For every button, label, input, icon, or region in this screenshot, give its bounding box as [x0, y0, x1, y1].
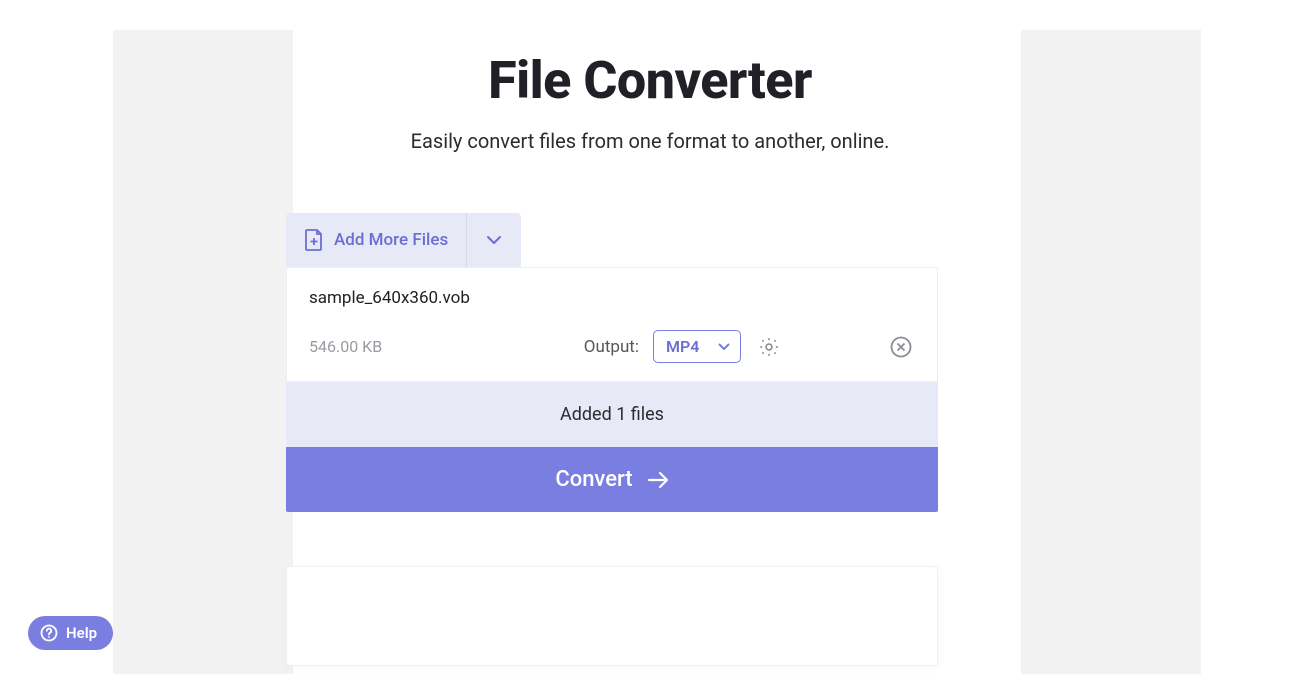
file-name: sample_640x360.vob	[309, 288, 915, 308]
help-icon	[40, 624, 58, 642]
chevron-down-icon	[718, 343, 730, 351]
main-content: File Converter Easily convert files from…	[286, 30, 1014, 666]
file-size: 546.00 KB	[309, 337, 382, 356]
page-title: File Converter	[286, 50, 1014, 111]
arrow-right-icon	[647, 471, 669, 489]
secondary-panel	[286, 566, 938, 666]
status-bar: Added 1 files	[286, 382, 938, 447]
output-label: Output:	[584, 337, 639, 357]
file-add-icon	[304, 228, 324, 252]
converter-panel: Add More Files sample_640x360.vob 546.00…	[286, 213, 938, 666]
chevron-down-icon	[486, 235, 502, 245]
output-format-select[interactable]: MP4	[653, 330, 741, 363]
help-button[interactable]: Help	[28, 616, 113, 650]
add-files-bar: Add More Files	[286, 213, 521, 267]
gear-icon	[758, 336, 780, 358]
add-more-files-label: Add More Files	[334, 230, 448, 250]
add-more-files-button[interactable]: Add More Files	[286, 213, 467, 267]
output-format-value: MP4	[666, 337, 699, 356]
close-circle-icon	[889, 335, 913, 359]
file-row: sample_640x360.vob 546.00 KB Output: MP4	[286, 267, 938, 382]
add-files-dropdown-button[interactable]	[467, 213, 521, 267]
convert-button-label: Convert	[555, 467, 632, 492]
help-label: Help	[66, 624, 97, 642]
page-subtitle: Easily convert files from one format to …	[286, 129, 1014, 153]
convert-button[interactable]: Convert	[286, 447, 938, 512]
settings-button[interactable]	[755, 333, 783, 361]
remove-file-button[interactable]	[887, 333, 915, 361]
